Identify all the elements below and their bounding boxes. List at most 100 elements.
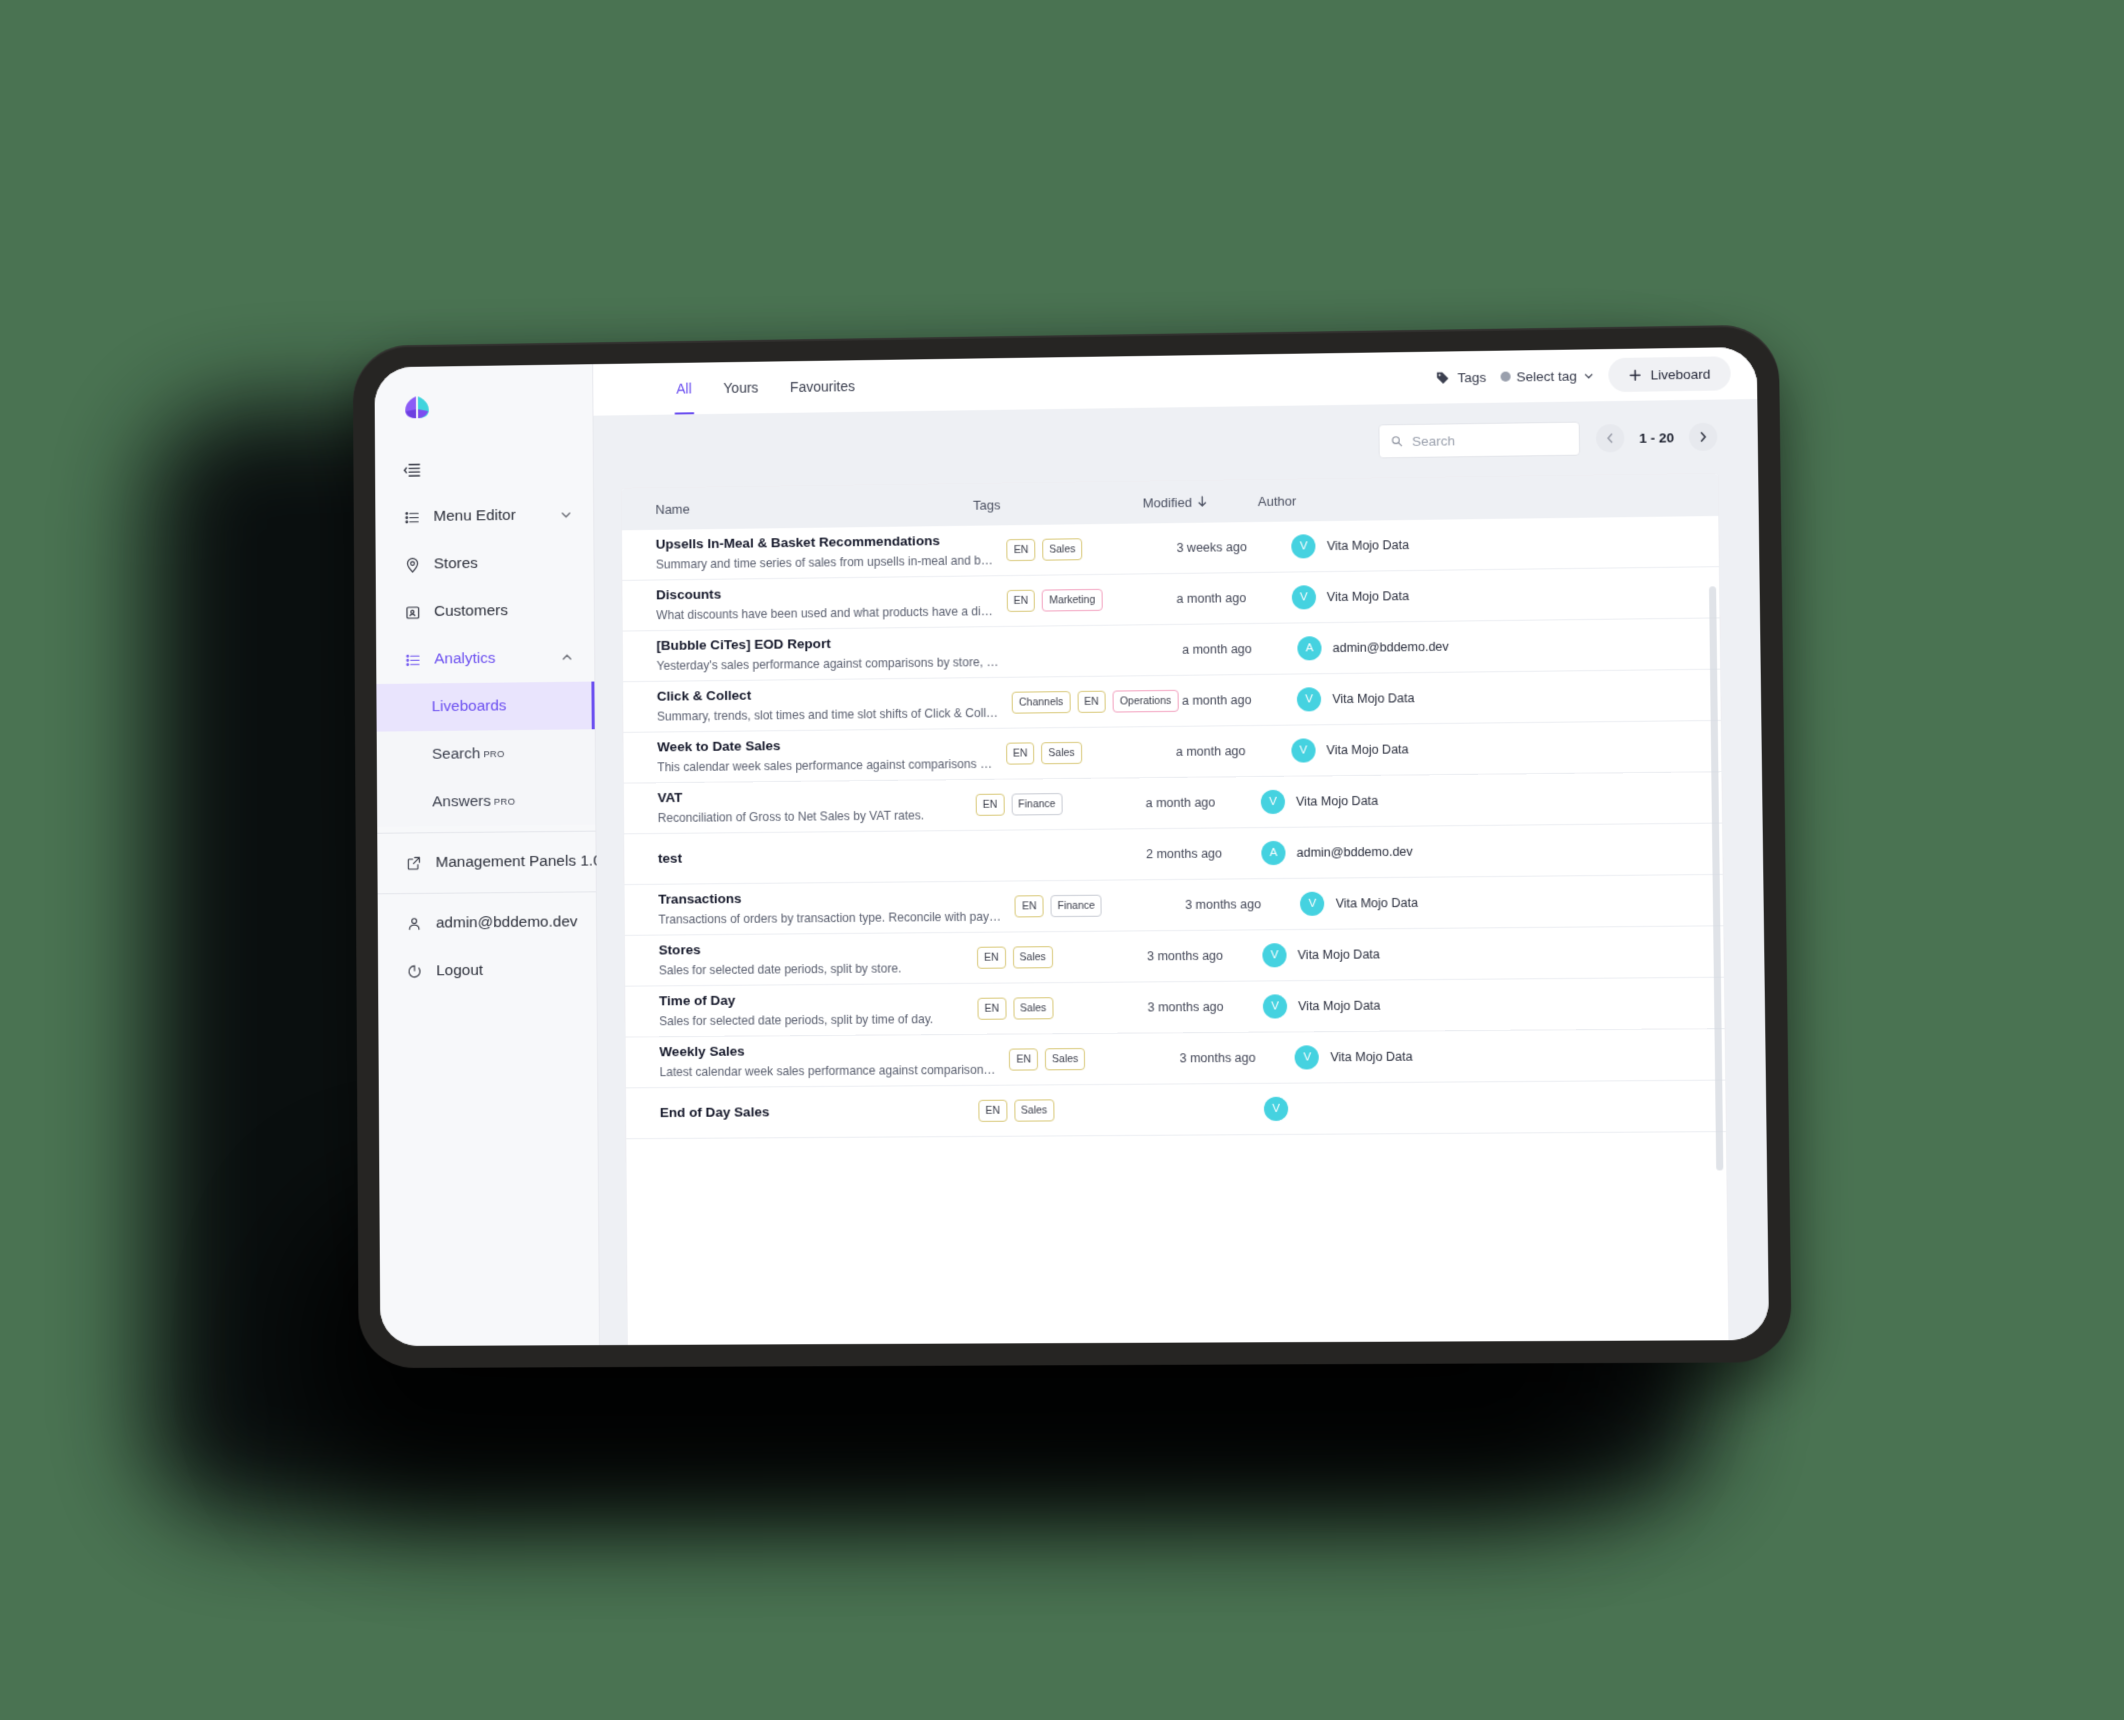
- prev-page-button[interactable]: [1595, 423, 1625, 453]
- liveboard-title[interactable]: Upsells In-Meal & Basket Recommendations: [656, 531, 993, 554]
- tag-pill[interactable]: EN: [1005, 742, 1035, 765]
- liveboard-title[interactable]: Week to Date Sales: [657, 735, 992, 757]
- liveboard-title[interactable]: VAT: [657, 786, 961, 807]
- liveboard-description: Sales for selected date periods, split b…: [658, 961, 902, 978]
- search-input[interactable]: [1411, 431, 1568, 449]
- tags-button[interactable]: Tags: [1435, 369, 1486, 385]
- column-header-name[interactable]: Name: [655, 497, 973, 516]
- cell-author: V Vita Mojo Data: [1262, 991, 1725, 1019]
- tag-pill[interactable]: EN: [1006, 538, 1036, 562]
- author-name: Vita Mojo Data: [1332, 691, 1415, 707]
- sidebar-item-label: Management Panels 1.0: [435, 852, 602, 871]
- sidebar-item-customers[interactable]: Customers: [376, 586, 594, 636]
- main-content: All Yours Favourites Tags Select tag Liv…: [593, 346, 1770, 1346]
- liveboard-title[interactable]: Weekly Sales: [659, 1041, 995, 1062]
- tag-pill[interactable]: Sales: [1013, 1099, 1055, 1122]
- column-header-modified[interactable]: Modified: [1143, 494, 1258, 510]
- next-page-button[interactable]: [1688, 422, 1718, 452]
- tag-pill[interactable]: Sales: [1041, 741, 1082, 765]
- liveboard-title[interactable]: [Bubble CiTes] EOD Report: [656, 633, 998, 655]
- sidebar-item-menu-editor[interactable]: Menu Editor: [375, 491, 593, 541]
- tag-pill[interactable]: Sales: [1012, 996, 1054, 1020]
- tag-pill[interactable]: Channels: [1011, 690, 1071, 714]
- table-row[interactable]: Transactions Transactions of orders by tr…: [624, 874, 1724, 936]
- liveboard-description: Sales for selected date periods, split b…: [659, 1012, 934, 1029]
- sidebar-item-search[interactable]: Search PRO: [377, 729, 595, 779]
- sidebar-item-label: Customers: [433, 602, 508, 620]
- cell-tags: EN Finance: [975, 792, 1146, 817]
- sidebar-subitem-label: Search: [431, 745, 481, 763]
- tag-pill[interactable]: EN: [1077, 690, 1106, 714]
- avatar: V: [1294, 1045, 1320, 1070]
- tab-yours[interactable]: Yours: [721, 362, 760, 414]
- table-row[interactable]: Weekly Sales Latest calendar week sales p…: [625, 1029, 1726, 1089]
- tag-pill[interactable]: Marketing: [1042, 588, 1103, 612]
- tag-pill[interactable]: EN: [975, 793, 1005, 817]
- tag-pill[interactable]: Sales: [1012, 945, 1053, 969]
- cell-author: V Vita Mojo Data: [1291, 734, 1721, 763]
- liveboard-description: What discounts have been used and what p…: [656, 604, 993, 623]
- cell-tags: EN Sales: [1009, 1047, 1179, 1071]
- liveboard-title[interactable]: Stores: [659, 939, 963, 960]
- cell-tags: EN Sales: [1005, 741, 1176, 765]
- tag-pill[interactable]: Operations: [1112, 689, 1179, 713]
- app-logo[interactable]: [375, 390, 593, 447]
- table-row[interactable]: End of Day Sales EN Sales V: [625, 1080, 1726, 1140]
- tablet-screen: Menu Editor Stores Customers Analytics L…: [374, 346, 1770, 1347]
- tag-pill[interactable]: Sales: [1044, 1047, 1086, 1071]
- liveboard-title[interactable]: Transactions: [658, 887, 1001, 908]
- cell-tags: Channels EN Operations: [1011, 689, 1182, 714]
- tag-pill[interactable]: Finance: [1050, 894, 1102, 918]
- sidebar-item-label: Analytics: [434, 649, 496, 668]
- tag-pill[interactable]: Finance: [1011, 792, 1063, 816]
- cell-modified: a month ago: [1182, 642, 1252, 657]
- tab-favourites[interactable]: Favourites: [788, 360, 857, 413]
- liveboard-title[interactable]: test: [658, 847, 962, 868]
- liveboard-title[interactable]: Discounts: [656, 582, 993, 604]
- chevron-left-icon: [1604, 432, 1616, 444]
- tag-pill[interactable]: EN: [1009, 1048, 1039, 1071]
- list-icon: [403, 508, 421, 526]
- liveboard-description: Latest calendar week sales performance a…: [659, 1062, 996, 1080]
- sidebar-collapse-button[interactable]: [375, 443, 593, 494]
- avatar: V: [1297, 687, 1322, 712]
- topbar-actions: Tags Select tag Liveboard: [1435, 356, 1731, 394]
- sidebar-item-account[interactable]: admin@bddemo.dev: [378, 898, 597, 948]
- sidebar-item-analytics[interactable]: Analytics: [376, 634, 594, 684]
- cell-author: V Vita Mojo Data: [1297, 683, 1721, 712]
- tablet-device-frame: Menu Editor Stores Customers Analytics L…: [352, 324, 1792, 1369]
- cell-name: Week to Date Sales This calendar week sal…: [657, 735, 1006, 777]
- tag-pill[interactable]: EN: [1006, 589, 1036, 613]
- column-header-tags[interactable]: Tags: [973, 495, 1143, 512]
- cell-modified: a month ago: [1145, 795, 1216, 811]
- column-header-author[interactable]: Author: [1258, 487, 1718, 508]
- tab-all[interactable]: All: [674, 363, 694, 415]
- sidebar-item-answers[interactable]: Answers PRO: [377, 777, 595, 827]
- liveboard-description: Yesterday's sales performance against co…: [656, 655, 999, 674]
- add-liveboard-button[interactable]: Liveboard: [1607, 356, 1731, 393]
- tag-pill[interactable]: Sales: [1042, 537, 1083, 561]
- tag-pill[interactable]: EN: [976, 946, 1006, 970]
- cell-tags: EN Finance: [1014, 894, 1185, 918]
- chevron-right-icon: [1697, 431, 1709, 443]
- search-box[interactable]: [1378, 421, 1581, 459]
- tag-pill[interactable]: EN: [978, 1099, 1008, 1123]
- select-tag-dropdown[interactable]: Select tag: [1500, 368, 1594, 384]
- avatar: V: [1291, 534, 1316, 559]
- liveboard-title[interactable]: End of Day Sales: [660, 1102, 965, 1122]
- cell-tags: EN Marketing: [1006, 588, 1177, 613]
- table-row[interactable]: Time of Day Sales for selected date perio…: [625, 977, 1725, 1038]
- table-row[interactable]: Stores Sales for selected date periods, s…: [624, 926, 1724, 987]
- author-name: Vita Mojo Data: [1298, 998, 1381, 1014]
- sidebar-item-management-panels[interactable]: Management Panels 1.0: [377, 838, 602, 888]
- cell-modified: [1149, 1109, 1264, 1110]
- sidebar-item-liveboards[interactable]: Liveboards: [376, 681, 595, 732]
- liveboard-title[interactable]: Click & Collect: [657, 684, 998, 706]
- tag-pill[interactable]: EN: [1014, 894, 1044, 918]
- cell-author: V Vita Mojo Data: [1262, 939, 1723, 968]
- sidebar-item-stores[interactable]: Stores: [376, 539, 594, 589]
- sidebar-item-logout[interactable]: Logout: [378, 946, 597, 996]
- liveboard-title[interactable]: Time of Day: [659, 990, 964, 1011]
- cell-name: Time of Day Sales for selected date perio…: [659, 990, 978, 1031]
- tag-pill[interactable]: EN: [977, 997, 1007, 1021]
